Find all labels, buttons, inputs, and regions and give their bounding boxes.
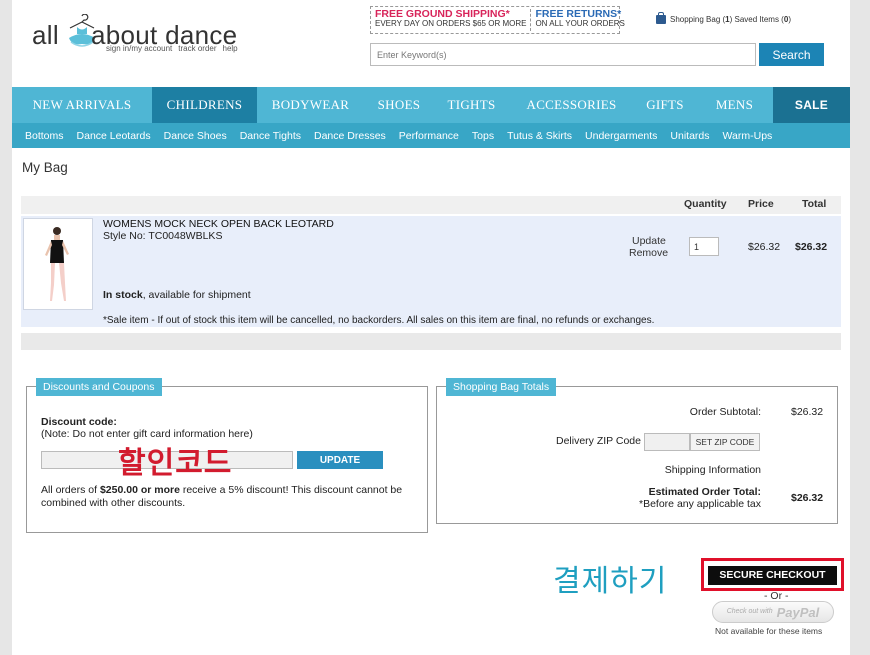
estimated-total-note: *Before any applicable tax <box>639 498 761 510</box>
nav-sale[interactable]: SALE <box>773 87 850 123</box>
subnav-tutus-skirts[interactable]: Tutus & Skirts <box>507 130 572 142</box>
discount-code-label: Discount code: <box>41 416 117 428</box>
price-column-header: Price <box>748 198 774 210</box>
nav-childrens[interactable]: CHILDRENS <box>152 87 257 123</box>
search-button[interactable]: Search <box>759 43 824 66</box>
free-returns-detail: ON ALL YOUR ORDERS <box>535 19 625 29</box>
subnav-tops[interactable]: Tops <box>472 130 494 142</box>
account-links: sign in/my account track order help <box>106 44 238 53</box>
bag-totals-panel-title: Shopping Bag Totals <box>446 378 557 396</box>
product-name[interactable]: WOMENS MOCK NECK OPEN BACK LEOTARD <box>103 218 334 230</box>
nav-tights[interactable]: TIGHTS <box>434 87 509 123</box>
shipping-information-link[interactable]: Shipping Information <box>665 464 761 476</box>
discount-promo-text: All orders of $250.00 or more receive a … <box>41 484 403 510</box>
paypal-logo: PayPal <box>776 604 820 620</box>
total-column-header: Total <box>802 198 827 210</box>
paypal-checkout-caption: Check out with <box>726 607 773 615</box>
sign-in-link[interactable]: sign in/my account <box>106 44 172 53</box>
subnav-warm-ups[interactable]: Warm-Ups <box>723 130 773 142</box>
quantity-input[interactable] <box>689 237 719 256</box>
nav-accessories[interactable]: ACCESSORIES <box>509 87 634 123</box>
order-subtotal-value: $26.32 <box>791 406 824 418</box>
nav-gifts[interactable]: GIFTS <box>634 87 696 123</box>
nav-shoes[interactable]: SHOES <box>364 87 434 123</box>
main-nav: NEW ARRIVALS CHILDRENS BODYWEAR SHOES TI… <box>12 87 850 123</box>
set-zip-code-button[interactable]: SET ZIP CODE <box>690 433 760 451</box>
subnav-dance-leotards[interactable]: Dance Leotards <box>77 130 151 142</box>
product-thumbnail[interactable] <box>23 218 93 310</box>
checkout-annotation: 결제하기 <box>553 564 668 599</box>
free-shipping-detail: EVERY DAY ON ORDERS $65 OR MORE <box>375 19 527 29</box>
item-total: $26.32 <box>795 241 828 253</box>
discounts-panel-title: Discounts and Coupons <box>36 378 162 396</box>
logo-text-all: all <box>32 20 59 50</box>
subnav-unitards[interactable]: Unitards <box>670 130 709 142</box>
page: all about dance sign in/my account track… <box>12 0 850 655</box>
subnav-dance-shoes[interactable]: Dance Shoes <box>164 130 227 142</box>
bag-link-text[interactable]: Shopping Bag (1) Saved Items (0) <box>670 15 791 24</box>
item-price: $26.32 <box>748 241 781 253</box>
discount-code-annotation: 할인코드 <box>118 446 233 481</box>
bag-item-row: WOMENS MOCK NECK OPEN BACK LEOTARD Style… <box>21 216 841 327</box>
page-title: My Bag <box>22 160 68 175</box>
header-bag-links[interactable]: Shopping Bag (1) Saved Items (0) <box>656 12 791 24</box>
bag-table-footer <box>21 333 841 350</box>
free-returns-promo: FREE RETURNS* ON ALL YOUR ORDERS <box>531 7 628 33</box>
help-link[interactable]: help <box>223 44 238 53</box>
shopping-bag-icon <box>656 12 666 24</box>
discount-update-button[interactable]: UPDATE <box>297 451 383 469</box>
update-item-link[interactable]: Update <box>632 235 666 247</box>
stock-status: In stock, available for shipment <box>103 289 251 301</box>
sub-nav: Bottoms Dance Leotards Dance Shoes Dance… <box>12 123 850 148</box>
secure-checkout-button[interactable]: SECURE CHECKOUT <box>708 565 837 585</box>
free-shipping-promo: FREE GROUND SHIPPING* EVERY DAY ON ORDER… <box>371 7 530 33</box>
paypal-unavailable-note: Not available for these items <box>715 626 823 636</box>
estimated-total-label: Estimated Order Total: <box>648 486 761 498</box>
checkout-highlight-frame: SECURE CHECKOUT <box>701 558 844 591</box>
nav-new-arrivals[interactable]: NEW ARRIVALS <box>12 87 152 123</box>
nav-mens[interactable]: MENS <box>696 87 773 123</box>
product-style-number: Style No: TC0048WBLKS <box>103 230 223 242</box>
track-order-link[interactable]: track order <box>178 44 216 53</box>
subnav-dance-tights[interactable]: Dance Tights <box>240 130 301 142</box>
quantity-column-header: Quantity <box>684 198 727 210</box>
remove-item-link[interactable]: Remove <box>629 247 668 259</box>
search-input[interactable] <box>370 43 756 66</box>
nav-bodywear[interactable]: BODYWEAR <box>257 87 364 123</box>
leotard-model-image <box>45 227 69 301</box>
subnav-undergarments[interactable]: Undergarments <box>585 130 657 142</box>
delivery-zip-label: Delivery ZIP Code <box>555 435 641 447</box>
site-logo[interactable]: all about dance sign in/my account track… <box>32 14 272 70</box>
bag-totals-panel: Shopping Bag Totals Order Subtotal: $26.… <box>436 378 838 524</box>
paypal-checkout-button[interactable]: Check out with PayPal <box>712 601 834 623</box>
sale-item-note: *Sale item - If out of stock this item w… <box>103 315 655 326</box>
subnav-performance[interactable]: Performance <box>399 130 459 142</box>
order-subtotal-label: Order Subtotal: <box>689 406 761 418</box>
estimated-total-value: $26.32 <box>791 492 824 504</box>
subnav-bottoms[interactable]: Bottoms <box>25 130 64 142</box>
subnav-dance-dresses[interactable]: Dance Dresses <box>314 130 386 142</box>
promo-banner[interactable]: FREE GROUND SHIPPING* EVERY DAY ON ORDER… <box>370 6 625 34</box>
delivery-zip-input[interactable] <box>644 433 690 451</box>
